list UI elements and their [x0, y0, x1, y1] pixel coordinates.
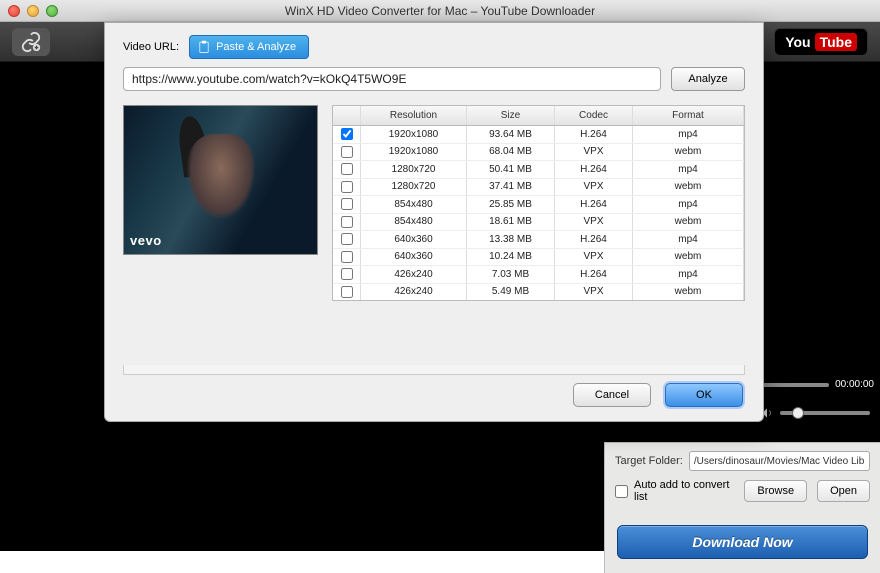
cell-size: 25.85 MB [467, 196, 555, 213]
side-panel: Target Folder: Auto add to convert list … [604, 442, 880, 573]
row-checkbox[interactable] [341, 216, 353, 228]
th-size[interactable]: Size [467, 106, 555, 125]
cell-format: webm [633, 144, 744, 161]
paste-analyze-label: Paste & Analyze [216, 41, 296, 53]
cell-size: 13.38 MB [467, 231, 555, 248]
row-checkbox[interactable] [341, 233, 353, 245]
cell-size: 50.41 MB [467, 161, 555, 178]
format-table: Resolution Size Codec Format 1920x108093… [332, 105, 745, 301]
table-row[interactable]: 426x2407.03 MBH.264mp4 [333, 266, 744, 284]
table-row[interactable]: 1280x72050.41 MBH.264mp4 [333, 161, 744, 179]
volume-slider[interactable] [780, 411, 870, 415]
cell-resolution: 1920x1080 [361, 126, 467, 143]
cell-format: webm [633, 179, 744, 196]
cell-resolution: 426x240 [361, 266, 467, 283]
row-checkbox[interactable] [341, 251, 353, 263]
cell-size: 68.04 MB [467, 144, 555, 161]
cell-resolution: 854x480 [361, 214, 467, 231]
row-checkbox[interactable] [341, 146, 353, 158]
cell-size: 37.41 MB [467, 179, 555, 196]
cell-size: 93.64 MB [467, 126, 555, 143]
video-thumbnail: vevo [123, 105, 318, 255]
maximize-icon[interactable] [46, 5, 58, 17]
cell-format: webm [633, 214, 744, 231]
cell-codec: H.264 [555, 196, 633, 213]
cell-resolution: 640x360 [361, 249, 467, 266]
row-checkbox[interactable] [341, 181, 353, 193]
cell-format: mp4 [633, 231, 744, 248]
table-row[interactable]: 1920x108068.04 MBVPXwebm [333, 144, 744, 162]
window-titlebar: WinX HD Video Converter for Mac – YouTub… [0, 0, 880, 22]
horizontal-scrollbar[interactable] [123, 365, 745, 375]
cell-format: mp4 [633, 126, 744, 143]
window-title: WinX HD Video Converter for Mac – YouTub… [285, 4, 595, 18]
cell-size: 5.49 MB [467, 284, 555, 301]
row-checkbox[interactable] [341, 128, 353, 140]
cell-codec: VPX [555, 144, 633, 161]
cell-format: mp4 [633, 266, 744, 283]
analyze-button[interactable]: Analyze [671, 67, 745, 91]
volume-control[interactable] [760, 406, 870, 420]
cell-size: 7.03 MB [467, 266, 555, 283]
cell-resolution: 1280x720 [361, 179, 467, 196]
table-row[interactable]: 640x36010.24 MBVPXwebm [333, 249, 744, 267]
cell-resolution: 640x360 [361, 231, 467, 248]
table-row[interactable]: 1920x108093.64 MBH.264mp4 [333, 126, 744, 144]
cell-codec: H.264 [555, 126, 633, 143]
row-checkbox[interactable] [341, 163, 353, 175]
close-icon[interactable] [8, 5, 20, 17]
cell-format: mp4 [633, 161, 744, 178]
cell-codec: H.264 [555, 231, 633, 248]
cell-format: mp4 [633, 196, 744, 213]
cell-codec: VPX [555, 214, 633, 231]
table-row[interactable]: 1280x72037.41 MBVPXwebm [333, 179, 744, 197]
paste-analyze-button[interactable]: Paste & Analyze [189, 35, 309, 59]
cell-size: 18.61 MB [467, 214, 555, 231]
youtube-tube: Tube [815, 33, 857, 51]
cell-resolution: 854x480 [361, 196, 467, 213]
cell-size: 10.24 MB [467, 249, 555, 266]
auto-add-label: Auto add to convert list [634, 479, 738, 503]
clipboard-icon [198, 40, 210, 54]
video-url-label: Video URL: [123, 41, 179, 53]
ok-button[interactable]: OK [665, 383, 743, 407]
th-resolution[interactable]: Resolution [361, 106, 467, 125]
youtube-badge: You Tube [774, 28, 868, 56]
cell-format: webm [633, 249, 744, 266]
cell-resolution: 1920x1080 [361, 144, 467, 161]
open-button[interactable]: Open [817, 480, 870, 502]
download-now-button[interactable]: Download Now [617, 525, 868, 559]
row-checkbox[interactable] [341, 198, 353, 210]
th-codec[interactable]: Codec [555, 106, 633, 125]
playback-time: 00:00:00 [835, 379, 874, 390]
row-checkbox[interactable] [341, 268, 353, 280]
analyze-dialog: Video URL: Paste & Analyze Analyze vevo … [104, 22, 764, 422]
cancel-button[interactable]: Cancel [573, 383, 651, 407]
minimize-icon[interactable] [27, 5, 39, 17]
row-checkbox[interactable] [341, 286, 353, 298]
link-icon[interactable] [12, 28, 50, 56]
table-row[interactable]: 426x2405.49 MBVPXwebm [333, 284, 744, 302]
cell-format: webm [633, 284, 744, 301]
target-folder-label: Target Folder: [615, 455, 683, 467]
auto-add-checkbox[interactable] [615, 485, 628, 498]
cell-codec: VPX [555, 249, 633, 266]
table-row[interactable]: 640x36013.38 MBH.264mp4 [333, 231, 744, 249]
video-url-input[interactable] [123, 67, 661, 91]
target-folder-input[interactable] [689, 451, 870, 471]
cell-codec: H.264 [555, 266, 633, 283]
th-format[interactable]: Format [633, 106, 744, 125]
cell-codec: H.264 [555, 161, 633, 178]
cell-resolution: 426x240 [361, 284, 467, 301]
cell-codec: VPX [555, 179, 633, 196]
youtube-you: You [785, 34, 810, 50]
browse-button[interactable]: Browse [744, 480, 807, 502]
table-row[interactable]: 854x48018.61 MBVPXwebm [333, 214, 744, 232]
cell-resolution: 1280x720 [361, 161, 467, 178]
cell-codec: VPX [555, 284, 633, 301]
vevo-badge: vevo [130, 233, 162, 248]
table-row[interactable]: 854x48025.85 MBH.264mp4 [333, 196, 744, 214]
